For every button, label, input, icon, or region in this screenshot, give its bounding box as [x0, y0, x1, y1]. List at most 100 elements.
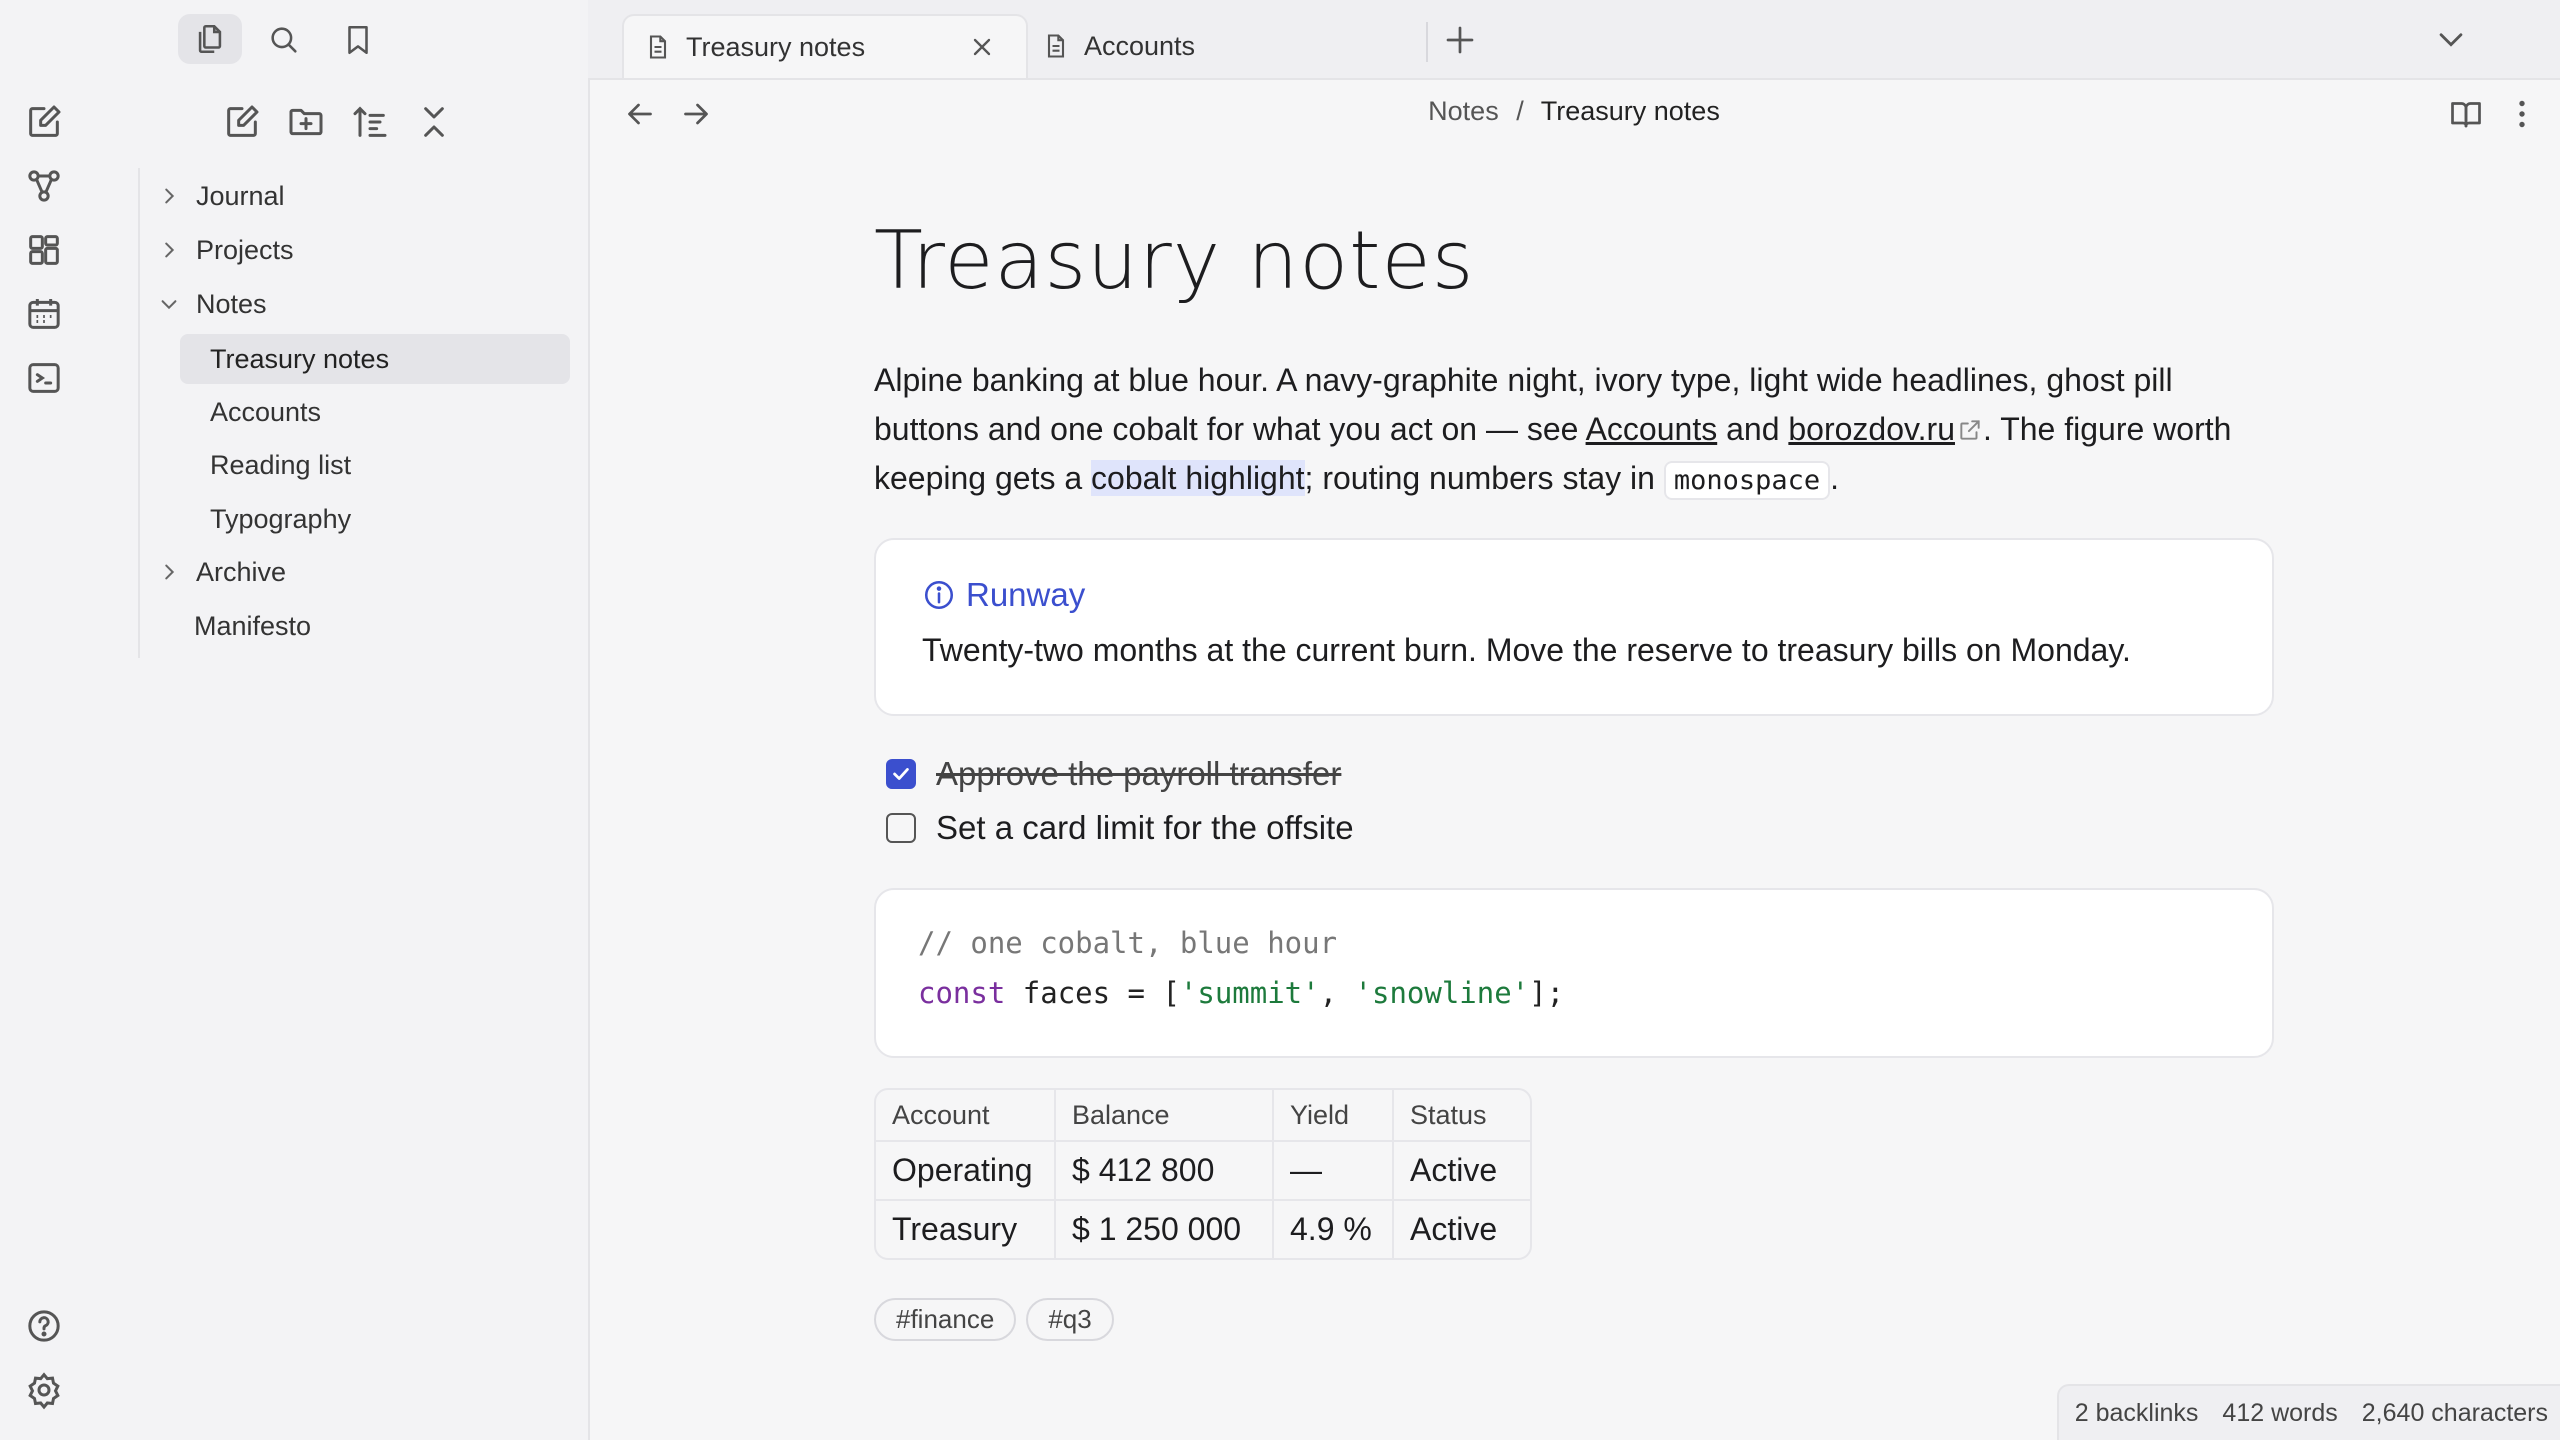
table-cell: Active	[1394, 1142, 1530, 1201]
tree-file-reading-list[interactable]: Reading list	[180, 440, 570, 490]
external-link-icon	[1957, 417, 1983, 443]
info-callout[interactable]: Runway Twenty-two months at the current …	[874, 538, 2274, 716]
chevron-down-icon	[158, 293, 180, 315]
reading-mode-book-icon[interactable]	[2448, 96, 2484, 132]
search-icon[interactable]	[262, 18, 306, 62]
task-label: Approve the payroll transfer	[936, 755, 1342, 792]
sidebar-tab-strip	[88, 0, 588, 80]
task-item: Approve the payroll transfer	[886, 755, 1341, 793]
canvas-icon[interactable]	[24, 230, 64, 270]
table-cell: Operating	[876, 1142, 1056, 1201]
tab-accounts[interactable]: Accounts	[1042, 14, 1442, 78]
note-title[interactable]: Treasury notes	[874, 214, 1474, 307]
tab-bar: Treasury notes Accounts	[588, 0, 2560, 80]
document-icon	[644, 33, 672, 61]
task-item: Set a card limit for the offsite	[886, 809, 1354, 847]
paragraph-text: .	[1830, 460, 1840, 496]
table-cell: $ 1 250 000	[1056, 1201, 1274, 1258]
paragraph-text: ; routing numbers stay in	[1304, 460, 1664, 496]
tag-q3[interactable]: #q3	[1026, 1298, 1114, 1341]
external-link-borozdov[interactable]: borozdov.ru	[1788, 411, 1955, 447]
callout-title-text: Runway	[966, 576, 1086, 613]
table-cell: 4.9 %	[1274, 1201, 1394, 1258]
tree-folder-archive[interactable]: Archive	[158, 547, 286, 597]
table-row: Operating $ 412 800 — Active	[876, 1142, 1530, 1201]
backlinks-count[interactable]: 2 backlinks	[2075, 1399, 2199, 1428]
files-tab-icon[interactable]	[178, 14, 242, 64]
calendar-icon[interactable]	[24, 294, 64, 334]
table-header-row: Account Balance Yield Status	[876, 1090, 1530, 1142]
new-note-icon[interactable]	[24, 102, 64, 142]
tag-list: #finance #q3	[874, 1298, 1114, 1341]
inline-code: monospace	[1663, 461, 1831, 500]
tag-finance[interactable]: #finance	[874, 1298, 1017, 1341]
cobalt-highlight: cobalt highlight	[1091, 460, 1305, 496]
tree-folder-notes[interactable]: Notes	[158, 279, 267, 329]
tab-label: Accounts	[1084, 30, 1196, 61]
column-header: Status	[1394, 1090, 1530, 1142]
note-paragraph[interactable]: Alpine banking at blue hour. A navy-grap…	[874, 356, 2274, 505]
new-tab-plus-icon[interactable]	[1442, 22, 1478, 58]
file-explorer-sidebar: Journal Projects Notes Treasury notes Ac…	[88, 0, 590, 1440]
code-keyword: const	[918, 976, 1006, 1010]
bookmark-icon[interactable]	[336, 18, 380, 62]
tree-item-label: Projects	[196, 234, 294, 265]
tab-list-chevron-down-icon[interactable]	[2434, 22, 2468, 56]
tree-folder-journal[interactable]: Journal	[158, 171, 285, 221]
breadcrumb-current[interactable]: Treasury notes	[1541, 96, 1720, 126]
task-checkbox-checked[interactable]	[886, 759, 916, 789]
accounts-table[interactable]: Account Balance Yield Status Operating $…	[874, 1088, 1532, 1260]
info-icon	[922, 578, 956, 612]
ribbon	[0, 0, 90, 1440]
tree-item-label: Archive	[196, 556, 287, 587]
internal-link-accounts[interactable]: Accounts	[1586, 411, 1718, 447]
task-checkbox[interactable]	[886, 813, 916, 843]
code-text: ,	[1319, 976, 1355, 1010]
tree-item-label: Treasury notes	[210, 343, 390, 374]
tree-folder-projects[interactable]: Projects	[158, 225, 294, 275]
settings-gear-icon[interactable]	[24, 1370, 64, 1410]
breadcrumb: Notes / Treasury notes	[588, 96, 2560, 127]
collapse-all-icon[interactable]	[414, 102, 454, 142]
sort-icon[interactable]	[350, 102, 390, 142]
chevron-right-icon	[158, 239, 180, 261]
tree-file-accounts[interactable]: Accounts	[180, 387, 570, 437]
table-cell: $ 412 800	[1056, 1142, 1274, 1201]
terminal-icon[interactable]	[24, 358, 64, 398]
tree-file-manifesto[interactable]: Manifesto	[194, 601, 311, 651]
column-header: Account	[876, 1090, 1056, 1142]
callout-title: Runway	[922, 576, 1085, 614]
word-count: 412 words	[2222, 1398, 2338, 1427]
callout-body: Twenty-two months at the current burn. M…	[922, 632, 2131, 668]
column-header: Balance	[1056, 1090, 1274, 1142]
breadcrumb-parent[interactable]: Notes	[1428, 96, 1499, 126]
tab-treasury-notes[interactable]: Treasury notes	[622, 14, 1028, 78]
task-label: Set a card limit for the offsite	[936, 809, 1354, 846]
tree-file-typography[interactable]: Typography	[180, 494, 570, 544]
breadcrumb-separator: /	[1516, 96, 1524, 126]
tree-item-label: Manifesto	[194, 610, 312, 641]
table-row: Treasury $ 1 250 000 4.9 % Active	[876, 1201, 1530, 1258]
column-header: Yield	[1274, 1090, 1394, 1142]
code-block[interactable]: // one cobalt, blue hour const faces = […	[874, 888, 2274, 1058]
paragraph-text: and	[1717, 411, 1789, 447]
close-tab-icon[interactable]	[968, 33, 996, 61]
tab-divider	[1426, 22, 1428, 62]
help-icon[interactable]	[24, 1306, 64, 1346]
code-string: 'summit'	[1179, 976, 1320, 1010]
table-cell: Treasury	[876, 1201, 1056, 1258]
tab-label: Treasury notes	[686, 31, 866, 62]
code-line: const faces = ['summit', 'snowline'];	[918, 976, 1564, 1010]
character-count: 2,640 characters	[2361, 1398, 2548, 1427]
more-options-icon[interactable]	[2504, 96, 2540, 132]
document-icon	[1042, 32, 1070, 60]
tree-item-label: Accounts	[210, 396, 322, 427]
view-header: Notes / Treasury notes	[588, 80, 2560, 150]
graph-view-icon[interactable]	[24, 166, 64, 206]
tree-file-treasury-notes[interactable]: Treasury notes	[180, 334, 570, 384]
tree-item-label: Reading list	[210, 449, 352, 480]
tree-item-label: Typography	[210, 503, 352, 534]
new-folder-icon[interactable]	[286, 102, 326, 142]
chevron-right-icon	[158, 185, 180, 207]
new-note-icon[interactable]	[222, 102, 262, 142]
